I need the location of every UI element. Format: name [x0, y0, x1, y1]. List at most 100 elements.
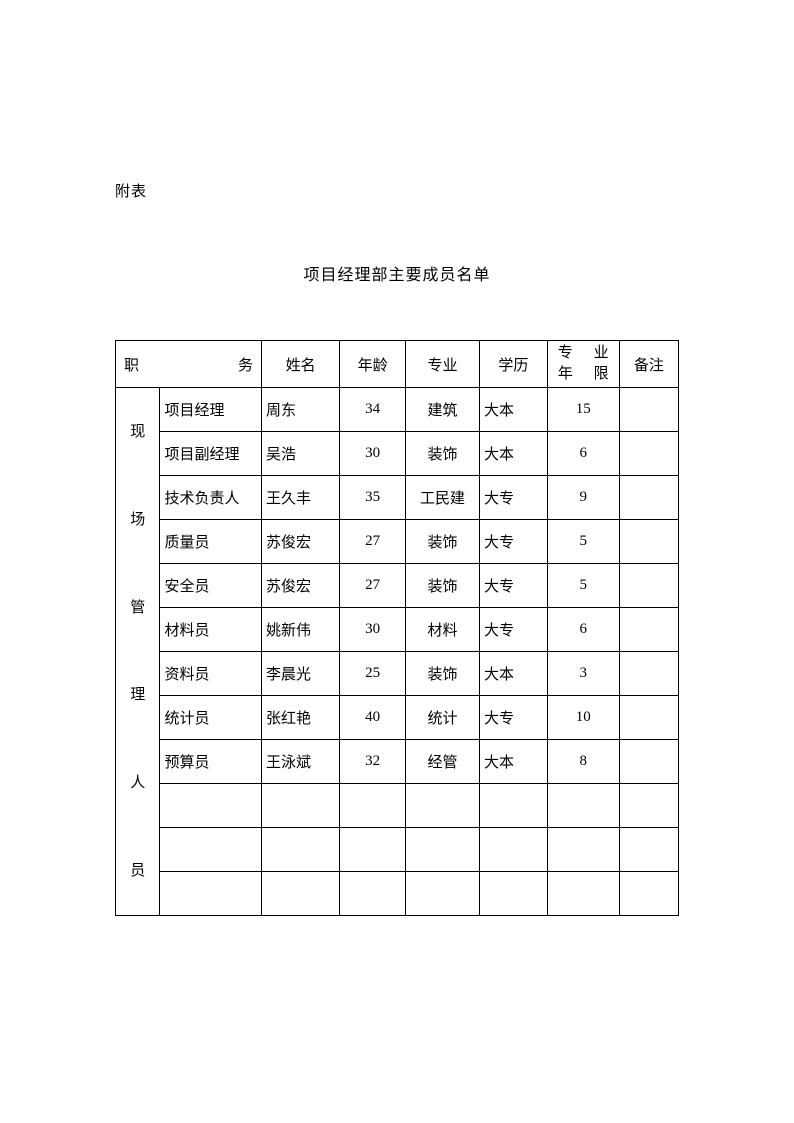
cell-major: 经管: [405, 740, 479, 784]
table-row: [116, 784, 679, 828]
table-row: 资料员 李晨光 25 装饰 大本 3: [116, 652, 679, 696]
cell-education: 大本: [480, 652, 548, 696]
cell-position: 材料员: [160, 608, 262, 652]
page-title: 项目经理部主要成员名单: [115, 261, 679, 285]
cell-education: 大本: [480, 432, 548, 476]
cell-major: 工民建: [405, 476, 479, 520]
cell-note: [619, 388, 678, 432]
cell-years: 15: [547, 388, 619, 432]
cell-age: 35: [340, 476, 406, 520]
cell-years: 6: [547, 608, 619, 652]
cell-major: [405, 828, 479, 872]
header-age: 年龄: [340, 341, 406, 388]
header-major: 专业: [405, 341, 479, 388]
table-row: [116, 872, 679, 916]
cell-major: [405, 872, 479, 916]
header-years-2b: 限: [594, 364, 609, 385]
cell-position: 资料员: [160, 652, 262, 696]
cell-education: 大本: [480, 740, 548, 784]
cell-age: 25: [340, 652, 406, 696]
group-label: 现 场 管 理 人 员: [116, 388, 159, 915]
cell-education: [480, 872, 548, 916]
cell-position: 质量员: [160, 520, 262, 564]
cell-note: [619, 784, 678, 828]
cell-note: [619, 432, 678, 476]
header-years-1b: 业: [594, 343, 609, 364]
group-char: 现: [130, 411, 145, 453]
cell-position: [160, 828, 262, 872]
table-row: 项目副经理 吴浩 30 装饰 大本 6: [116, 432, 679, 476]
cell-note: [619, 740, 678, 784]
header-years-2a: 年: [558, 364, 573, 385]
cell-major: 统计: [405, 696, 479, 740]
cell-major: 建筑: [405, 388, 479, 432]
cell-name: 苏俊宏: [262, 564, 340, 608]
cell-name: [262, 872, 340, 916]
cell-major: 装饰: [405, 432, 479, 476]
cell-age: 34: [340, 388, 406, 432]
cell-education: 大专: [480, 608, 548, 652]
header-years-1a: 专: [558, 343, 573, 364]
group-char: 理: [130, 674, 145, 716]
header-position: 职务: [116, 341, 262, 388]
table-row: 安全员 苏俊宏 27 装饰 大专 5: [116, 564, 679, 608]
cell-age: [340, 828, 406, 872]
cell-years: 5: [547, 520, 619, 564]
cell-years: [547, 784, 619, 828]
cell-note: [619, 476, 678, 520]
cell-position: 技术负责人: [160, 476, 262, 520]
cell-note: [619, 872, 678, 916]
members-table: 职务 姓名 年龄 专业 学历 专 业 年 限 备注 现 场 管 理 人 员: [115, 340, 679, 916]
cell-position: 安全员: [160, 564, 262, 608]
cell-age: [340, 784, 406, 828]
header-note: 备注: [619, 341, 678, 388]
cell-note: [619, 564, 678, 608]
cell-years: 6: [547, 432, 619, 476]
table-header-row: 职务 姓名 年龄 专业 学历 专 业 年 限 备注: [116, 341, 679, 388]
cell-major: [405, 784, 479, 828]
cell-years: 5: [547, 564, 619, 608]
table-row: 预算员 王泳斌 32 经管 大本 8: [116, 740, 679, 784]
table-row: 统计员 张红艳 40 统计 大专 10: [116, 696, 679, 740]
cell-name: [262, 828, 340, 872]
header-position-text: 职务: [124, 358, 253, 374]
cell-years: 10: [547, 696, 619, 740]
cell-name: 姚新伟: [262, 608, 340, 652]
cell-position: 项目副经理: [160, 432, 262, 476]
cell-years: [547, 828, 619, 872]
cell-name: 张红艳: [262, 696, 340, 740]
cell-position: 项目经理: [160, 388, 262, 432]
table-row: [116, 828, 679, 872]
group-char: 人: [130, 762, 145, 804]
cell-age: [340, 872, 406, 916]
group-char: 员: [130, 850, 145, 892]
cell-age: 30: [340, 608, 406, 652]
cell-major: 装饰: [405, 564, 479, 608]
cell-note: [619, 652, 678, 696]
header-education: 学历: [480, 341, 548, 388]
cell-years: 8: [547, 740, 619, 784]
cell-education: 大专: [480, 696, 548, 740]
cell-years: 9: [547, 476, 619, 520]
table-row: 现 场 管 理 人 员 项目经理 周东 34 建筑 大本 15: [116, 388, 679, 432]
header-years: 专 业 年 限: [547, 341, 619, 388]
cell-age: 27: [340, 520, 406, 564]
table-row: 材料员 姚新伟 30 材料 大专 6: [116, 608, 679, 652]
cell-major: 装饰: [405, 652, 479, 696]
table-row: 质量员 苏俊宏 27 装饰 大专 5: [116, 520, 679, 564]
cell-name: 王泳斌: [262, 740, 340, 784]
cell-position: [160, 872, 262, 916]
annex-label: 附表: [115, 180, 679, 201]
cell-major: 材料: [405, 608, 479, 652]
cell-age: 27: [340, 564, 406, 608]
cell-note: [619, 608, 678, 652]
cell-education: 大专: [480, 564, 548, 608]
cell-education: 大专: [480, 476, 548, 520]
cell-position: 统计员: [160, 696, 262, 740]
group-char: 管: [130, 587, 145, 629]
cell-major: 装饰: [405, 520, 479, 564]
cell-position: [160, 784, 262, 828]
cell-years: 3: [547, 652, 619, 696]
group-label-cell: 现 场 管 理 人 员: [116, 388, 160, 916]
cell-note: [619, 828, 678, 872]
